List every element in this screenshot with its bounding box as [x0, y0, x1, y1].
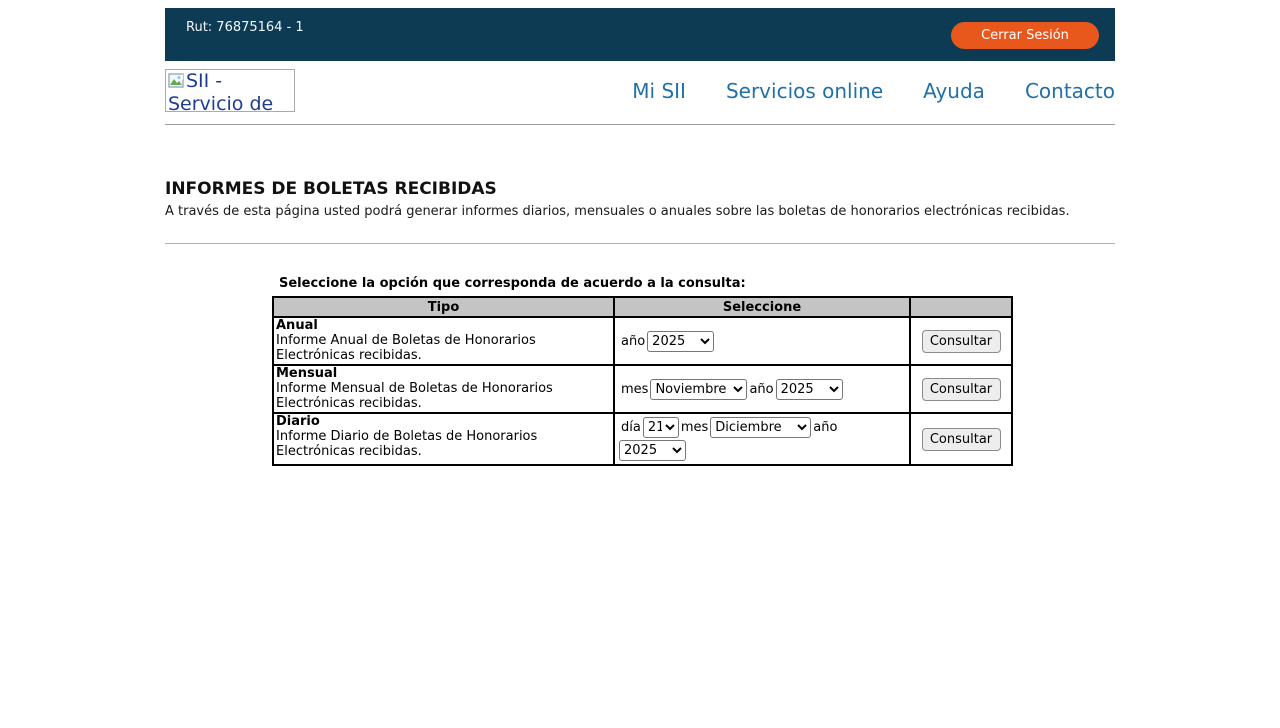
- nav-mi-sii[interactable]: Mi SII: [632, 79, 686, 103]
- column-header-seleccione: Seleccione: [614, 297, 910, 317]
- diario-month-label: mes: [681, 420, 708, 435]
- table-header-row: Tipo Seleccione: [273, 297, 1012, 317]
- page-description: A través de esta página usted podrá gene…: [165, 204, 1115, 219]
- column-header-tipo: Tipo: [273, 297, 614, 317]
- diario-year-select[interactable]: 2025: [619, 440, 686, 461]
- nav-contacto[interactable]: Contacto: [1025, 79, 1115, 103]
- logout-button[interactable]: Cerrar Sesión: [951, 22, 1099, 49]
- row-anual-title: Anual: [276, 318, 318, 333]
- mensual-consultar-button[interactable]: Consultar: [922, 378, 1001, 401]
- header: SII - Servicio de Mi SII Servicios onlin…: [165, 69, 1115, 125]
- page-title: INFORMES DE BOLETAS RECIBIDAS: [165, 179, 1115, 199]
- diario-day-label: día: [621, 420, 641, 435]
- diario-month-select[interactable]: Diciembre: [710, 417, 811, 438]
- table-row-mensual: Mensual Informe Mensual de Boletas de Ho…: [273, 365, 1012, 413]
- diario-consultar-button[interactable]: Consultar: [922, 428, 1001, 451]
- row-diario-title: Diario: [276, 414, 320, 429]
- rut-text: Rut: 76875164 - 1: [186, 20, 304, 35]
- broken-image-icon: [168, 73, 185, 94]
- table-row-diario: Diario Informe Diario de Boletas de Hono…: [273, 413, 1012, 465]
- topbar: Rut: 76875164 - 1 Cerrar Sesión: [165, 8, 1115, 61]
- page-container: Rut: 76875164 - 1 Cerrar Sesión SII - Se…: [165, 8, 1115, 466]
- mensual-month-label: mes: [621, 382, 648, 397]
- anual-consultar-button[interactable]: Consultar: [922, 330, 1001, 353]
- diario-day-select[interactable]: 21: [643, 417, 679, 438]
- anual-year-label: año: [621, 334, 645, 349]
- main-nav: Mi SII Servicios online Ayuda Contacto: [632, 79, 1115, 103]
- mensual-month-select[interactable]: Noviembre: [650, 379, 747, 400]
- row-diario-description: Informe Diario de Boletas de Honorarios …: [276, 429, 537, 459]
- mensual-year-select[interactable]: 2025: [776, 379, 843, 400]
- sii-logo[interactable]: SII - Servicio de: [165, 69, 295, 112]
- nav-servicios-online[interactable]: Servicios online: [726, 79, 883, 103]
- diario-year-label: año: [813, 420, 837, 435]
- divider: [165, 243, 1115, 244]
- table-row-anual: Anual Informe Anual de Boletas de Honora…: [273, 317, 1012, 365]
- row-anual-description: Informe Anual de Boletas de Honorarios E…: [276, 333, 536, 363]
- nav-ayuda[interactable]: Ayuda: [923, 79, 985, 103]
- mensual-year-label: año: [749, 382, 773, 397]
- consulta-table: Tipo Seleccione Anual Informe Anual de B…: [272, 296, 1013, 466]
- row-mensual-description: Informe Mensual de Boletas de Honorarios…: [276, 381, 553, 411]
- column-header-accion: [910, 297, 1012, 317]
- anual-year-select[interactable]: 2025: [647, 331, 714, 352]
- row-mensual-title: Mensual: [276, 366, 337, 381]
- table-caption: Seleccione la opción que corresponda de …: [279, 276, 1115, 291]
